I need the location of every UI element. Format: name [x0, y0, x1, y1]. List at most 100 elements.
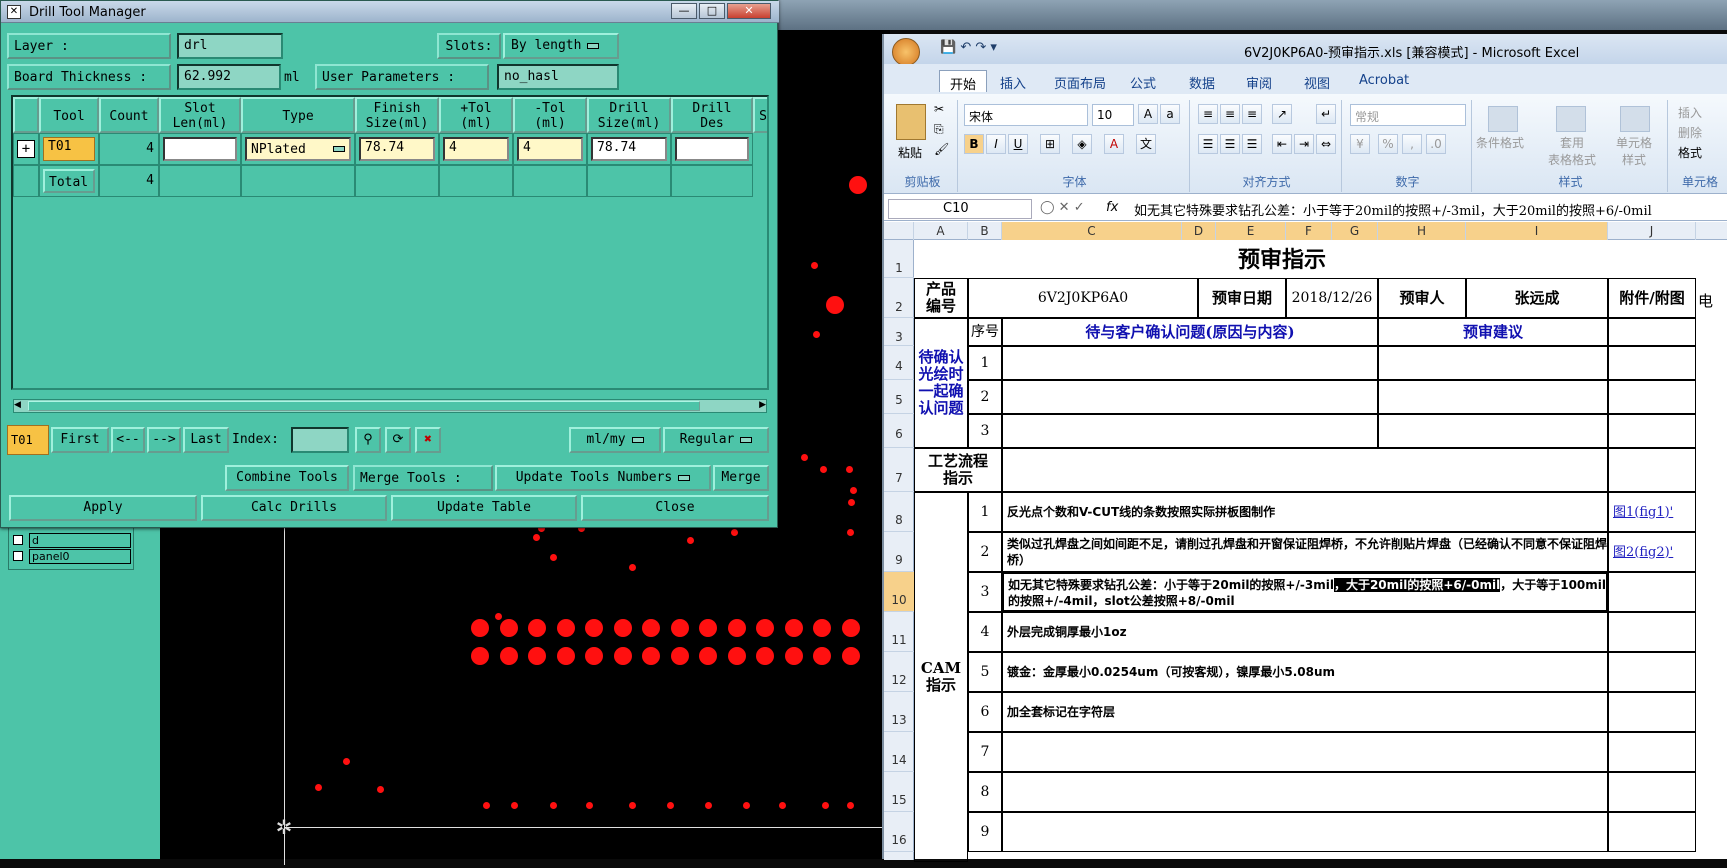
tool-cell[interactable]: T01	[39, 133, 99, 165]
table-cell[interactable]	[1002, 732, 1608, 772]
suggestion-header[interactable]: 预审建议	[1378, 318, 1608, 346]
row-header[interactable]: 9	[884, 532, 914, 572]
next-button[interactable]: -->	[147, 427, 181, 453]
apply-button[interactable]: Apply	[9, 495, 197, 521]
minimize-button[interactable]: —	[671, 3, 697, 19]
review-date[interactable]: 2018/12/26	[1286, 278, 1378, 318]
insert-cells-button[interactable]: 插入	[1678, 104, 1702, 121]
seq-cell[interactable]: 5	[968, 652, 1002, 692]
cell-style-icon[interactable]	[1620, 106, 1650, 132]
table-cell[interactable]	[1378, 380, 1608, 414]
seq-cell[interactable]: 3	[968, 572, 1002, 612]
product-label[interactable]: 产品 编号	[914, 278, 968, 318]
seq-cell[interactable]: 4	[968, 612, 1002, 652]
table-cell[interactable]	[1002, 380, 1378, 414]
reviewer-name[interactable]: 张远成	[1466, 278, 1608, 318]
align-top-icon[interactable]: ≡	[1198, 104, 1218, 124]
format-cells-button[interactable]: 格式	[1678, 144, 1702, 161]
name-box[interactable]: C10	[888, 199, 1032, 219]
align-middle-icon[interactable]: ≡	[1220, 104, 1240, 124]
reviewer-label[interactable]: 预审人	[1378, 278, 1466, 318]
row-header[interactable]: 12	[884, 652, 914, 692]
process-label[interactable]: 工艺流程 指示	[914, 448, 1002, 492]
table-cell[interactable]	[1002, 772, 1608, 812]
column-header[interactable]: Drill Des	[671, 97, 753, 133]
merge-button[interactable]: Merge	[713, 465, 769, 491]
column-header[interactable]: F	[1286, 222, 1332, 240]
type-dropdown[interactable]: NPlated	[245, 137, 351, 161]
table-cell[interactable]	[1608, 692, 1696, 732]
seq-cell[interactable]: 1	[968, 346, 1002, 380]
column-header[interactable]: C	[1002, 222, 1182, 240]
align-center-icon[interactable]: ☰	[1220, 134, 1240, 154]
quick-access-toolbar[interactable]: 💾 ↶ ↷ ▾	[940, 40, 997, 55]
combine-tools-button[interactable]: Combine Tools	[225, 465, 349, 491]
number-format-box[interactable]: 常规	[1350, 104, 1466, 126]
instruction-cell[interactable]: 镀金：金厚最小0.0254um（可按客规），镍厚最小5.08um	[1002, 652, 1608, 692]
tab-acrobat[interactable]: Acrobat	[1349, 70, 1419, 92]
increase-decimal-icon[interactable]: .0	[1426, 134, 1446, 154]
sheet-heading[interactable]: 预审指示	[914, 240, 1727, 278]
phonetic-icon[interactable]: 文	[1136, 134, 1156, 154]
table-cell[interactable]	[1002, 346, 1378, 380]
drill-des-input[interactable]	[675, 137, 749, 161]
paste-label[interactable]: 粘贴	[898, 144, 922, 161]
percent-icon[interactable]: %	[1378, 134, 1398, 154]
horizontal-scrollbar[interactable]: ◀ ▶	[13, 399, 767, 413]
product-number[interactable]: 6V2J0KP6A0	[968, 278, 1198, 318]
calc-drills-button[interactable]: Calc Drills	[201, 495, 387, 521]
checkbox-icon[interactable]	[13, 551, 23, 561]
column-header[interactable]: +Tol (ml)	[439, 97, 513, 133]
row-header[interactable]: 7	[884, 448, 914, 492]
orientation-icon[interactable]: ↗	[1272, 104, 1292, 124]
conditional-format-icon[interactable]	[1488, 106, 1518, 132]
copy-icon[interactable]: ⎘	[934, 122, 944, 137]
table-cell[interactable]	[1608, 732, 1696, 772]
column-header[interactable]: -Tol (ml)	[513, 97, 587, 133]
index-field[interactable]	[291, 427, 349, 453]
tab-view[interactable]: 视图	[1294, 70, 1340, 92]
row-header[interactable]: 8	[884, 492, 914, 532]
comma-icon[interactable]: ,	[1402, 134, 1422, 154]
close-window-button[interactable]: ✕	[727, 3, 771, 19]
shrink-font-icon[interactable]: a	[1160, 104, 1180, 124]
seq-cell[interactable]: 1	[968, 492, 1002, 532]
minus-tol-input[interactable]: 4	[517, 137, 583, 161]
row-header[interactable]: 4	[884, 346, 914, 380]
units-dropdown[interactable]: ml/my	[569, 427, 661, 453]
attachment-link[interactable]: 图2(fig2)'	[1608, 532, 1696, 572]
seq-cell[interactable]: 6	[968, 692, 1002, 732]
table-cell[interactable]	[1002, 414, 1378, 448]
table-cell[interactable]	[1608, 448, 1696, 492]
row-header[interactable]: 3	[884, 318, 914, 346]
finish-size-cell[interactable]: 78.74	[355, 133, 439, 165]
title-bar[interactable]: ✕ Drill Tool Manager — □ ✕	[1, 1, 779, 23]
slot-len-input[interactable]	[163, 137, 237, 161]
table-cell[interactable]	[1608, 772, 1696, 812]
seq-header[interactable]: 序号	[968, 318, 1002, 346]
mode-dropdown[interactable]: Regular	[663, 427, 769, 453]
column-header[interactable]: B	[968, 222, 1002, 240]
drill-size-input[interactable]: 78.74	[591, 137, 667, 161]
table-format-label[interactable]: 套用 表格格式	[1548, 134, 1596, 168]
plus-icon[interactable]: +	[17, 140, 35, 158]
excel-title-bar[interactable]: 💾 ↶ ↷ ▾ 6V2J0KP6A0-预审指示.xls [兼容模式] - Mic…	[884, 34, 1727, 66]
row-header[interactable]: 13	[884, 692, 914, 732]
cam-label[interactable]: CAM 指示	[914, 492, 968, 862]
wrap-text-icon[interactable]: ↵	[1316, 104, 1336, 124]
layer-list-item[interactable]: panel0	[13, 548, 131, 564]
row-header[interactable]: 6	[884, 414, 914, 448]
layer-field[interactable]: drl	[177, 33, 283, 59]
align-left-icon[interactable]: ☰	[1198, 134, 1218, 154]
row-header[interactable]: 15	[884, 772, 914, 812]
column-header[interactable]: Type	[241, 97, 355, 133]
seq-cell[interactable]: 9	[968, 812, 1002, 852]
tab-formulas[interactable]: 公式	[1120, 70, 1166, 92]
drill-des-cell[interactable]	[671, 133, 753, 165]
first-button[interactable]: First	[51, 427, 109, 453]
seq-cell[interactable]: 2	[968, 380, 1002, 414]
column-header[interactable]: D	[1182, 222, 1216, 240]
attachment-link[interactable]: 图1(fig1)'	[1608, 492, 1696, 532]
slot-len-cell[interactable]	[159, 133, 241, 165]
seq-cell[interactable]: 8	[968, 772, 1002, 812]
